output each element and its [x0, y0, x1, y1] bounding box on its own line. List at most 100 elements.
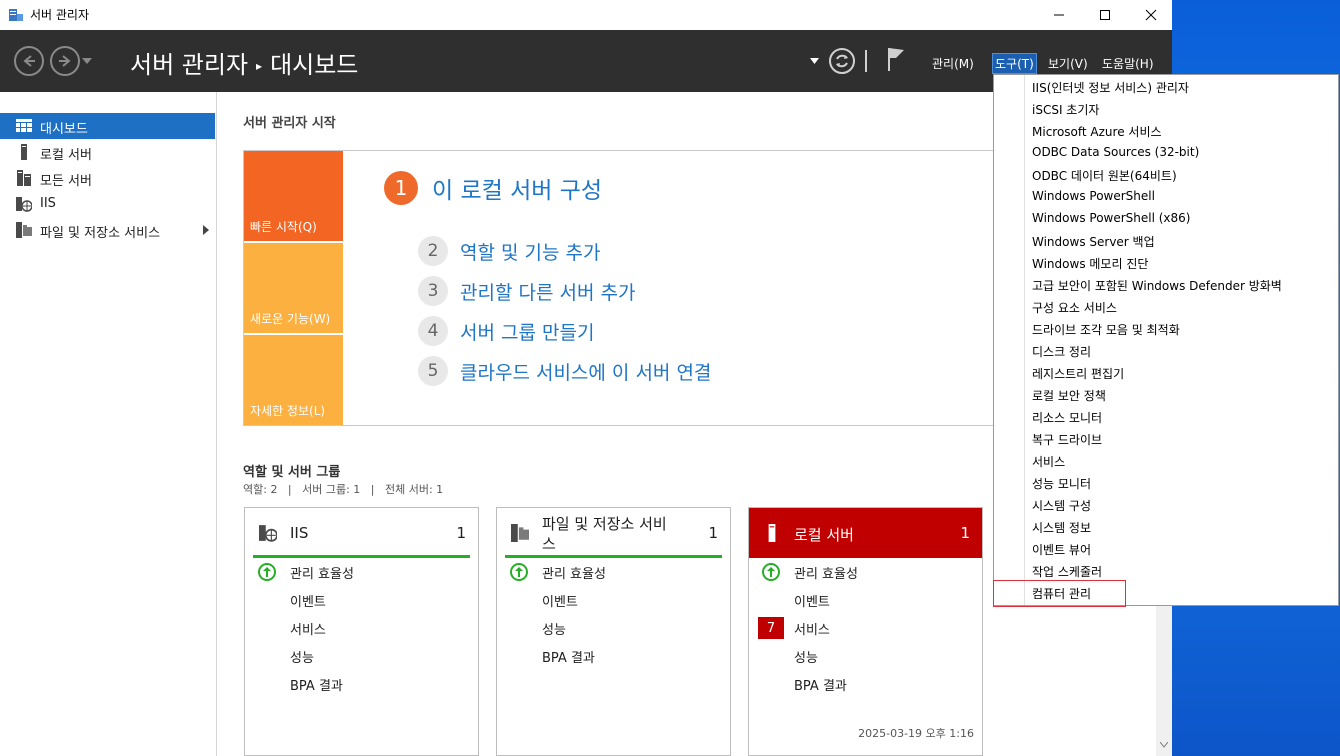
tools-menu-item[interactable]: 디스크 정리 — [1032, 343, 1091, 360]
role-card-file-storage: 파일 및 저장소 서비 스 1 관리 효율성 이벤트 성능 BPA 결과 — [496, 507, 731, 756]
header-divider — [865, 50, 867, 72]
tools-menu-item[interactable]: 구성 요소 서비스 — [1032, 299, 1117, 316]
card-row-performance[interactable]: 성능 — [290, 647, 314, 666]
history-dropdown-icon[interactable] — [82, 58, 92, 66]
sidebar-item-local-server[interactable]: 로컬 서버 — [0, 139, 215, 165]
step-add-servers[interactable]: 3 관리할 다른 서버 추가 — [418, 276, 635, 306]
sidebar-item-label: 대시보드 — [40, 122, 88, 137]
card-title: IIS — [290, 524, 309, 542]
card-header[interactable]: IIS 1 — [245, 508, 478, 558]
forward-button[interactable] — [50, 46, 80, 76]
tools-menu-item[interactable]: 고급 보안이 포함된 Windows Defender 방화벽 — [1032, 277, 1282, 294]
tools-menu-item[interactable]: 로컬 보안 정책 — [1032, 387, 1106, 404]
sidebar-item-iis[interactable]: IIS — [0, 191, 215, 217]
menu-view[interactable]: 보기(V) — [1046, 54, 1090, 73]
minimize-button[interactable] — [1036, 0, 1082, 30]
card-row-performance[interactable]: 성능 — [794, 647, 818, 666]
card-row-events[interactable]: 이벤트 — [542, 591, 578, 610]
server-icon — [21, 144, 27, 160]
iis-icon — [259, 525, 277, 542]
card-row-events[interactable]: 이벤트 — [794, 591, 830, 610]
step-number: 5 — [418, 356, 448, 386]
card-row-bpa[interactable]: BPA 결과 — [794, 675, 847, 694]
step-add-roles[interactable]: 2 역할 및 기능 추가 — [418, 236, 600, 266]
sidebar-item-label: 로컬 서버 — [40, 148, 92, 163]
card-row-manageability[interactable]: 관리 효율성 — [542, 563, 606, 582]
tools-menu-item[interactable]: Windows PowerShell — [1032, 189, 1155, 203]
highlight-box — [993, 580, 1126, 607]
step-link[interactable]: 역할 및 기능 추가 — [460, 238, 600, 265]
last-refresh-timestamp: 2025-03-19 오후 1:16 — [858, 727, 974, 740]
step-number: 1 — [384, 171, 418, 205]
sidebar-item-label: 모든 서버 — [40, 174, 92, 189]
welcome-title: 서버 관리자 시작 — [243, 116, 336, 131]
sidebar-item-all-servers[interactable]: 모든 서버 — [0, 165, 215, 191]
maximize-button[interactable] — [1082, 0, 1128, 30]
tools-menu-item[interactable]: IIS(인터넷 정보 서비스) 관리자 — [1032, 79, 1189, 96]
card-row-bpa[interactable]: BPA 결과 — [542, 647, 595, 666]
role-card-local-server: 로컬 서버 1 관리 효율성 이벤트 7 서비스 성능 BPA 결과 2025-… — [748, 507, 983, 756]
card-row-bpa[interactable]: BPA 결과 — [290, 675, 343, 694]
tile-quick-start[interactable]: 빠른 시작(Q) — [244, 151, 343, 241]
tools-menu-item[interactable]: Microsoft Azure 서비스 — [1032, 123, 1162, 140]
sidebar-item-dashboard[interactable]: 대시보드 — [0, 113, 215, 139]
sidebar-item-file-storage[interactable]: 파일 및 저장소 서비스 — [0, 217, 215, 243]
card-header[interactable]: 로컬 서버 1 — [749, 508, 982, 558]
card-header[interactable]: 파일 및 저장소 서비 스 1 — [497, 508, 730, 558]
breadcrumb-dropdown-icon[interactable] — [810, 58, 819, 65]
notifications-flag-icon[interactable] — [886, 46, 906, 72]
menu-manage[interactable]: 관리(M) — [930, 54, 976, 73]
tools-menu-item[interactable]: 성능 모니터 — [1032, 475, 1091, 492]
refresh-icon[interactable] — [828, 47, 856, 75]
servers-icon — [17, 170, 31, 186]
step-link[interactable]: 이 로컬 서버 구성 — [432, 171, 602, 205]
card-row-performance[interactable]: 성능 — [542, 619, 566, 638]
back-button[interactable] — [14, 46, 44, 76]
scroll-down-icon[interactable] — [1160, 742, 1168, 748]
card-title: 로컬 서버 — [794, 526, 854, 544]
step-link[interactable]: 서버 그룹 만들기 — [460, 318, 594, 345]
step-connect-cloud[interactable]: 5 클라우드 서비스에 이 서버 연결 — [418, 356, 711, 386]
card-row-services[interactable]: 서비스 — [290, 619, 326, 638]
server-icon — [768, 524, 776, 542]
breadcrumb: 서버 관리자 ▸ 대시보드 — [130, 45, 358, 80]
tools-menu-item[interactable]: ODBC 데이터 원본(64비트) — [1032, 167, 1177, 184]
tools-menu-item[interactable]: 복구 드라이브 — [1032, 431, 1102, 448]
card-row-manageability[interactable]: 관리 효율성 — [794, 563, 858, 582]
tile-whats-new[interactable]: 새로운 기능(W) — [244, 243, 343, 333]
card-count: 1 — [960, 524, 970, 542]
tools-menu-item[interactable]: 시스템 정보 — [1032, 519, 1091, 536]
tools-menu-item[interactable]: Windows PowerShell (x86) — [1032, 211, 1190, 225]
menu-tools[interactable]: 도구(T) — [992, 53, 1037, 74]
tools-menu-item[interactable]: 이벤트 뷰어 — [1032, 541, 1091, 558]
tools-menu-item[interactable]: 작업 스케줄러 — [1032, 563, 1102, 580]
step-link[interactable]: 관리할 다른 서버 추가 — [460, 278, 635, 305]
sidebar-item-label: IIS — [40, 196, 56, 211]
card-count: 1 — [456, 524, 466, 542]
breadcrumb-separator-icon: ▸ — [256, 59, 263, 73]
tools-menu-item[interactable]: 서비스 — [1032, 453, 1065, 470]
tools-menu-item[interactable]: 리소스 모니터 — [1032, 409, 1102, 426]
tools-menu-item[interactable]: ODBC Data Sources (32-bit) — [1032, 145, 1199, 159]
close-button[interactable] — [1128, 0, 1172, 30]
storage-icon — [16, 222, 32, 238]
tools-menu-item[interactable]: Windows 메모리 진단 — [1032, 255, 1148, 272]
step-create-server-group[interactable]: 4 서버 그룹 만들기 — [418, 316, 594, 346]
tools-menu-item[interactable]: Windows Server 백업 — [1032, 233, 1155, 250]
menu-help[interactable]: 도움말(H) — [1100, 54, 1156, 73]
roles-summary: 역할: 2 | 서버 그룹: 1 | 전체 서버: 1 — [243, 483, 444, 496]
step-configure-local-server[interactable]: 1 이 로컬 서버 구성 — [384, 171, 602, 205]
status-bar — [253, 555, 470, 558]
tools-menu-item[interactable]: 레지스트리 편집기 — [1032, 365, 1124, 382]
expand-arrow-icon[interactable] — [203, 225, 209, 235]
card-row-services[interactable]: 서비스 — [794, 619, 830, 638]
server-manager-app-icon — [9, 9, 23, 21]
card-row-events[interactable]: 이벤트 — [290, 591, 326, 610]
tools-menu-item[interactable]: iSCSI 초기자 — [1032, 101, 1099, 118]
step-link[interactable]: 클라우드 서비스에 이 서버 연결 — [460, 358, 711, 385]
tools-menu-item[interactable]: 시스템 구성 — [1032, 497, 1091, 514]
breadcrumb-root[interactable]: 서버 관리자 — [130, 51, 248, 79]
tile-learn-more[interactable]: 자세한 정보(L) — [244, 335, 343, 425]
tools-menu-item[interactable]: 드라이브 조각 모음 및 최적화 — [1032, 321, 1180, 338]
card-row-manageability[interactable]: 관리 효율성 — [290, 563, 354, 582]
